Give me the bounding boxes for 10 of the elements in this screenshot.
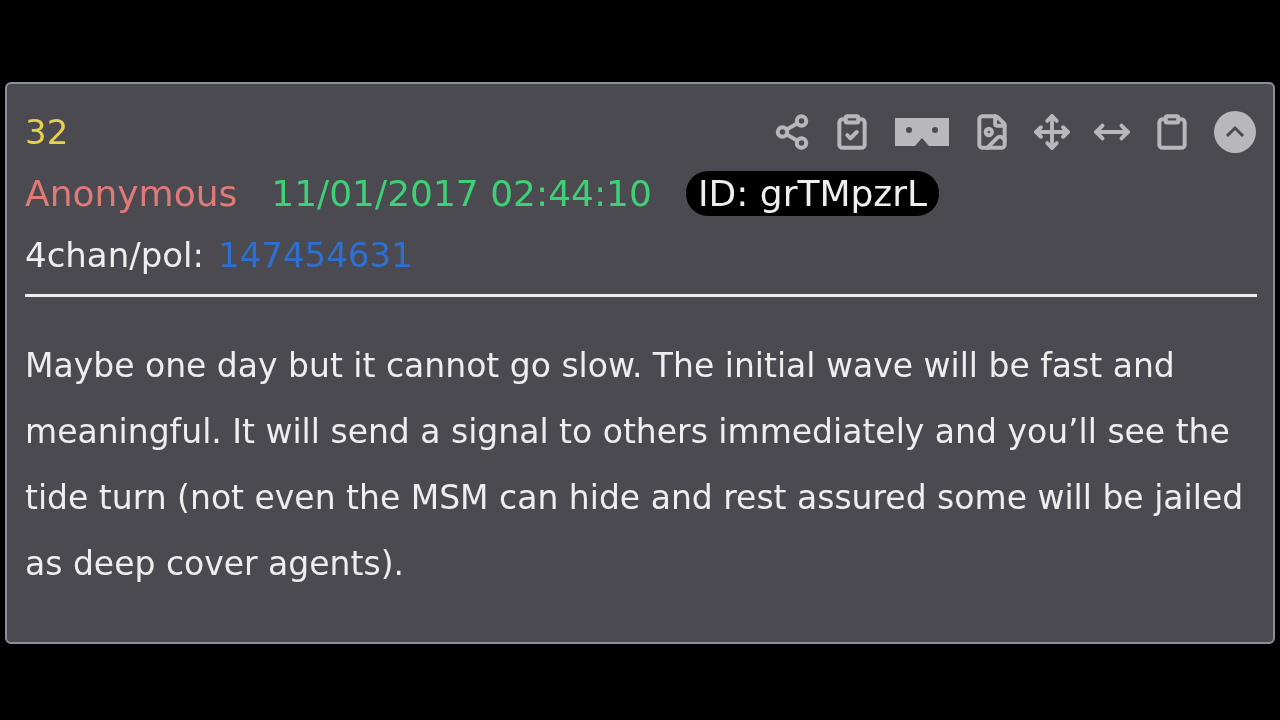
post-body: Maybe one day but it cannot go slow. The initial wave will be fast and meaningful. It will send a signal to others immediately and you’ll see the tide turn (not even the MSM can hide and rest assured some will be jailed as deep cover agents). xyxy=(25,345,1245,585)
source-link[interactable]: 147454631 xyxy=(218,235,413,275)
source-label: 4chan/pol: xyxy=(25,235,204,275)
timestamp: 11/01/2017 02:44:10 xyxy=(271,172,652,214)
id-badge: ID: grTMpzrL xyxy=(685,170,940,216)
share-icon[interactable] xyxy=(773,113,811,151)
move-icon[interactable] xyxy=(1033,113,1071,151)
chevron-up-circle-icon[interactable] xyxy=(1213,110,1257,154)
post-number: 32 xyxy=(25,112,69,152)
author-name: Anonymous xyxy=(25,172,238,214)
